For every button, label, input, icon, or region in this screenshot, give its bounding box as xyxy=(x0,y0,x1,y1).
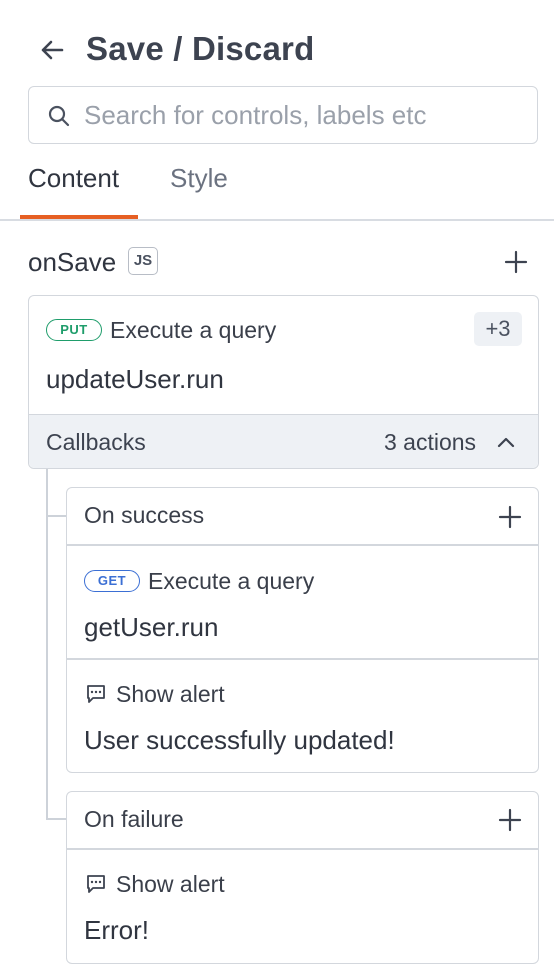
more-actions-badge[interactable]: +3 xyxy=(474,312,522,346)
message-icon xyxy=(85,873,107,895)
on-failure-label: On failure xyxy=(84,806,184,832)
action-type-label: Show alert xyxy=(116,681,225,707)
callbacks-count: 3 actions xyxy=(384,429,477,455)
action-type-label: Execute a query xyxy=(148,568,315,594)
tree-branch-success xyxy=(46,515,66,517)
action-value: updateUser.run xyxy=(46,364,224,394)
tree-branch-failure xyxy=(46,818,66,820)
add-success-action-button[interactable] xyxy=(497,504,523,530)
search-icon xyxy=(48,105,70,127)
back-button[interactable] xyxy=(36,34,68,66)
search-input[interactable] xyxy=(84,97,514,133)
action-value: Error! xyxy=(84,915,149,945)
on-success-label: On success xyxy=(84,502,205,528)
action-type-label: Show alert xyxy=(116,871,225,897)
tab-style[interactable]: Style xyxy=(170,163,228,194)
tab-divider xyxy=(0,219,554,221)
page-title: Save / Discard xyxy=(86,30,315,67)
action-type-label: Execute a query xyxy=(110,317,277,343)
event-name: onSave xyxy=(28,247,117,277)
tree-connector xyxy=(46,469,48,819)
action-value: getUser.run xyxy=(84,612,219,642)
plus-icon xyxy=(498,808,522,832)
add-action-button[interactable] xyxy=(503,249,529,275)
arrow-left-icon xyxy=(41,40,64,60)
method-badge-put: PUT xyxy=(46,319,102,341)
plus-icon xyxy=(504,250,528,274)
plus-icon xyxy=(498,505,522,529)
tab-content[interactable]: Content xyxy=(28,163,119,194)
add-failure-action-button[interactable] xyxy=(497,807,523,833)
message-icon xyxy=(85,683,107,705)
action-value: User successfully updated! xyxy=(84,725,395,755)
js-toggle-badge[interactable]: JS xyxy=(128,247,158,275)
search-box[interactable] xyxy=(28,86,538,144)
method-badge-get: GET xyxy=(84,570,140,592)
chevron-up-icon xyxy=(496,432,516,452)
callbacks-label: Callbacks xyxy=(46,429,146,455)
